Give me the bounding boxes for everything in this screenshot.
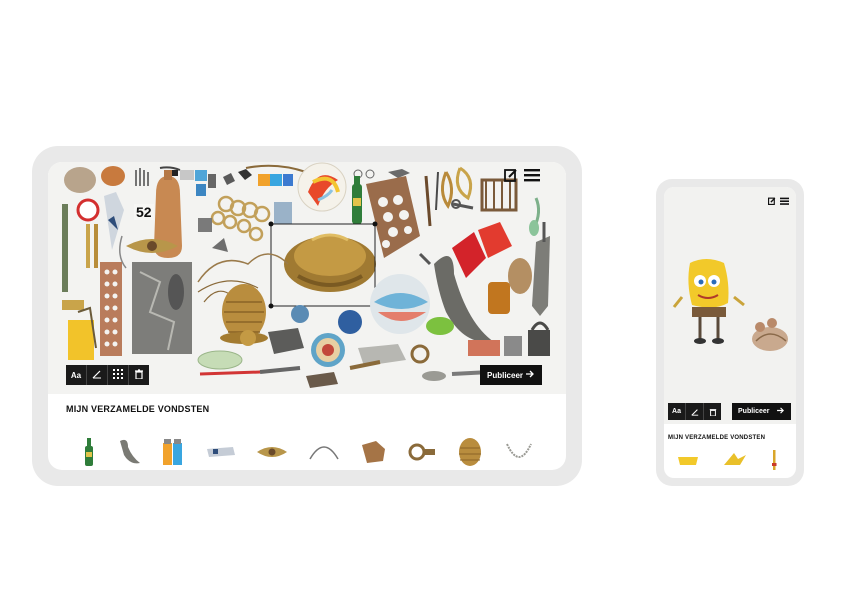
thumb-green-bottle[interactable]: [82, 436, 96, 468]
canvas-label: 52: [134, 204, 154, 220]
phone-collage-canvas[interactable]: Aa Publiceer: [664, 187, 796, 424]
arrow-right-icon: [526, 370, 535, 380]
pen-icon: [92, 366, 102, 384]
thumb-bird-figurine[interactable]: [116, 437, 142, 467]
text-tool-button[interactable]: Aa: [66, 365, 87, 385]
publish-label: Publiceer: [487, 370, 524, 380]
phone-text-tool-label: Aa: [672, 408, 681, 415]
top-icons: [504, 168, 540, 182]
grid-tool-button[interactable]: [108, 365, 129, 385]
collage-canvas[interactable]: 52 Aa Publiceer: [48, 162, 566, 394]
delete-tool-button[interactable]: [129, 365, 149, 385]
thumb-buckle[interactable]: [407, 442, 437, 462]
phone-publish-button[interactable]: Publiceer: [732, 403, 791, 420]
thumb-yellow-star[interactable]: [722, 451, 748, 469]
text-tool-label: Aa: [70, 370, 82, 380]
menu-icon[interactable]: [524, 168, 540, 182]
thumb-yellow-stick[interactable]: [770, 449, 778, 471]
phone-pen-tool-button[interactable]: [686, 403, 704, 420]
thumb-pipe-fragment[interactable]: [205, 445, 237, 459]
phone-top-icons: [768, 192, 789, 205]
publish-button[interactable]: Publiceer: [480, 365, 542, 385]
thumb-wire-arc[interactable]: [308, 443, 340, 461]
phone-collection-strip: [676, 449, 778, 471]
phone-text-tool-button[interactable]: Aa: [668, 403, 686, 420]
thumb-bronze-eye[interactable]: [256, 444, 288, 460]
arrow-right-icon: [777, 407, 785, 416]
thumb-yellow-sponge[interactable]: [676, 453, 700, 467]
pen-tool-button[interactable]: [87, 365, 108, 385]
thumb-shell-fragment[interactable]: [359, 439, 387, 465]
trash-icon: [709, 403, 717, 421]
phone-device: Aa Publiceer MIJN VERZAMELDE VONDSTEN: [656, 179, 804, 486]
phone-collection-title: MIJN VERZAMELDE VONDSTEN: [668, 435, 766, 441]
edit-icon[interactable]: [768, 192, 776, 205]
collection-strip: [82, 436, 534, 468]
menu-icon[interactable]: [780, 192, 789, 205]
phone-delete-tool-button[interactable]: [704, 403, 721, 420]
thumb-lighters[interactable]: [161, 437, 185, 467]
thumb-chain-necklace[interactable]: [504, 440, 534, 464]
collage-artwork: [62, 162, 550, 388]
phone-publish-label: Publiceer: [738, 408, 770, 415]
editor-toolbar: Aa: [66, 365, 149, 385]
collection-title: MIJN VERZAMELDE VONDSTEN: [66, 404, 210, 414]
phone-editor-toolbar: Aa: [668, 403, 721, 420]
thumb-thimble[interactable]: [456, 436, 484, 468]
phone-screen: Aa Publiceer MIJN VERZAMELDE VONDSTEN: [664, 187, 796, 478]
edit-icon[interactable]: [504, 168, 518, 182]
trash-icon: [134, 366, 144, 384]
phone-collage-artwork: [672, 259, 788, 351]
tablet-device: 52 Aa Publiceer MIJN VERZAMELDE VONDSTEN: [32, 146, 582, 486]
grid-icon: [113, 366, 123, 384]
pen-icon: [690, 403, 699, 421]
tablet-screen: 52 Aa Publiceer MIJN VERZAMELDE VONDSTEN: [48, 162, 566, 470]
